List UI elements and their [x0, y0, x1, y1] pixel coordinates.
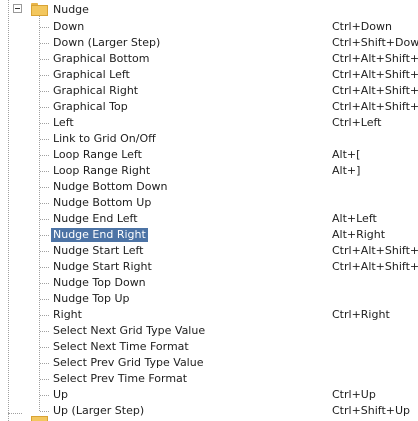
tree-connector — [40, 235, 49, 236]
shortcut-key: Alt+Left — [332, 212, 377, 225]
tree-connector — [40, 267, 49, 268]
command-row[interactable]: Nudge Top Down — [0, 275, 418, 291]
command-row[interactable]: Nudge Top Up — [0, 291, 418, 307]
command-name[interactable]: Link to Grid On/Off — [51, 132, 158, 146]
tree-connector — [40, 219, 49, 220]
command-name[interactable]: Down — [51, 20, 86, 34]
command-name[interactable]: Nudge Bottom Up — [51, 196, 153, 210]
command-name[interactable]: Right — [51, 308, 84, 322]
command-name[interactable]: Graphical Right — [51, 84, 140, 98]
command-row[interactable]: Down (Larger Step) Ctrl+Shift+Down — [0, 35, 418, 51]
tree-connector — [40, 363, 49, 364]
shortcut-key: Ctrl+Alt+Shift+] — [332, 260, 418, 273]
command-row[interactable]: Right Ctrl+Right — [0, 307, 418, 323]
command-row[interactable]: Link to Grid On/Off — [0, 131, 418, 147]
shortcut-key: Ctrl+Alt+Shift+Rig — [332, 84, 418, 97]
command-row[interactable]: Graphical Top Ctrl+Alt+Shift+Up — [0, 99, 418, 115]
tree-connector — [40, 347, 49, 348]
command-row[interactable]: Nudge End Left Alt+Left — [0, 211, 418, 227]
folder-icon — [31, 3, 48, 16]
command-row[interactable]: Select Prev Grid Type Value — [0, 355, 418, 371]
shortcut-key: Ctrl+Left — [332, 116, 382, 129]
command-name[interactable]: Graphical Top — [51, 100, 130, 114]
shortcut-key: Ctrl+Alt+Shift+Do — [332, 52, 418, 65]
command-row[interactable]: Graphical Bottom Ctrl+Alt+Shift+Do — [0, 51, 418, 67]
command-name[interactable]: Nudge Bottom Down — [51, 180, 169, 194]
command-name[interactable]: Select Next Grid Type Value — [51, 324, 207, 338]
tree-connector — [40, 251, 49, 252]
shortcut-key: Ctrl+Up — [332, 388, 376, 401]
command-name[interactable]: Loop Range Left — [51, 148, 144, 162]
command-row[interactable]: Select Prev Time Format — [0, 371, 418, 387]
command-row[interactable]: Graphical Right Ctrl+Alt+Shift+Rig — [0, 83, 418, 99]
command-name[interactable]: Nudge End Left — [51, 212, 140, 226]
command-tree: Nudge Down Ctrl+Down Down (Larger Step) Ctr… — [0, 0, 418, 421]
command-name[interactable]: Select Prev Time Format — [51, 372, 189, 386]
tree-connector — [40, 395, 49, 396]
collapse-toggle-icon[interactable] — [13, 4, 22, 13]
tree-connector — [40, 155, 49, 156]
shortcut-key: Ctrl+Shift+Up — [332, 404, 411, 417]
command-row[interactable]: Up Ctrl+Up — [0, 387, 418, 403]
command-name[interactable]: Select Next Time Format — [51, 340, 191, 354]
tree-connector — [40, 43, 49, 44]
command-name[interactable]: Nudge Start Left — [51, 244, 146, 258]
command-name[interactable]: Graphical Bottom — [51, 52, 152, 66]
command-row[interactable]: Loop Range Left Alt+[ — [0, 147, 418, 163]
command-name[interactable]: Down (Larger Step) — [51, 36, 162, 50]
shortcut-key: Alt+[ — [332, 148, 361, 161]
command-name[interactable]: Up — [51, 388, 70, 402]
tree-connector — [40, 171, 49, 172]
shortcut-key: Ctrl+Alt+Shift+Up — [332, 100, 418, 113]
command-row[interactable]: Down Ctrl+Down — [0, 19, 418, 35]
shortcut-key: Ctrl+Alt+Shift+[ — [332, 244, 418, 257]
tree-connector — [40, 203, 49, 204]
tree-connector — [40, 379, 49, 380]
command-name[interactable]: Select Prev Grid Type Value — [51, 356, 205, 370]
command-row[interactable]: Left Ctrl+Left — [0, 115, 418, 131]
command-row[interactable]: Nudge Bottom Down — [0, 179, 418, 195]
tree-connector — [40, 139, 49, 140]
command-row[interactable]: Select Next Grid Type Value — [0, 323, 418, 339]
command-row[interactable]: Nudge Start Right Ctrl+Alt+Shift+] — [0, 259, 418, 275]
tree-connector — [40, 123, 49, 124]
tree-connector — [40, 331, 49, 332]
folder-label[interactable]: Nudge — [53, 3, 89, 17]
shortcut-key: Ctrl+Down — [332, 20, 392, 33]
command-row[interactable]: Graphical Left Ctrl+Alt+Shift+Le — [0, 67, 418, 83]
command-name[interactable]: Graphical Left — [51, 68, 132, 82]
shortcut-key: Alt+Right — [332, 228, 386, 241]
command-name[interactable]: Left — [51, 116, 76, 130]
command-row[interactable]: Nudge Start Left Ctrl+Alt+Shift+[ — [0, 243, 418, 259]
shortcut-key: Alt+] — [332, 164, 361, 177]
command-name[interactable]: Nudge Top Down — [51, 276, 148, 290]
shortcut-key: Ctrl+Shift+Down — [332, 36, 418, 49]
tree-guide-line — [8, 413, 22, 414]
command-row[interactable]: Up (Larger Step) Ctrl+Shift+Up — [0, 403, 418, 419]
command-name[interactable]: Loop Range Right — [51, 164, 152, 178]
tree-connector — [40, 315, 49, 316]
tree-connector — [40, 283, 49, 284]
folder-icon — [31, 416, 48, 421]
tree-connector — [40, 299, 49, 300]
command-name[interactable]: Nudge Top Up — [51, 292, 132, 306]
tree-connector — [40, 75, 49, 76]
tree-connector — [40, 411, 49, 412]
tree-connector — [40, 59, 49, 60]
tree-connector — [40, 107, 49, 108]
shortcut-key: Ctrl+Alt+Shift+Le — [332, 68, 418, 81]
tree-connector — [40, 91, 49, 92]
command-name[interactable]: Up (Larger Step) — [51, 404, 146, 418]
command-row[interactable]: Nudge End Right Alt+Right — [0, 227, 418, 243]
command-row[interactable]: Select Next Time Format — [0, 339, 418, 355]
command-row[interactable]: Nudge Bottom Up — [0, 195, 418, 211]
tree-connector — [40, 187, 49, 188]
command-name[interactable]: Nudge Start Right — [51, 260, 154, 274]
command-name[interactable]: Nudge End Right — [51, 228, 148, 242]
command-row[interactable]: Loop Range Right Alt+] — [0, 163, 418, 179]
tree-connector — [40, 27, 49, 28]
shortcut-key: Ctrl+Right — [332, 308, 390, 321]
